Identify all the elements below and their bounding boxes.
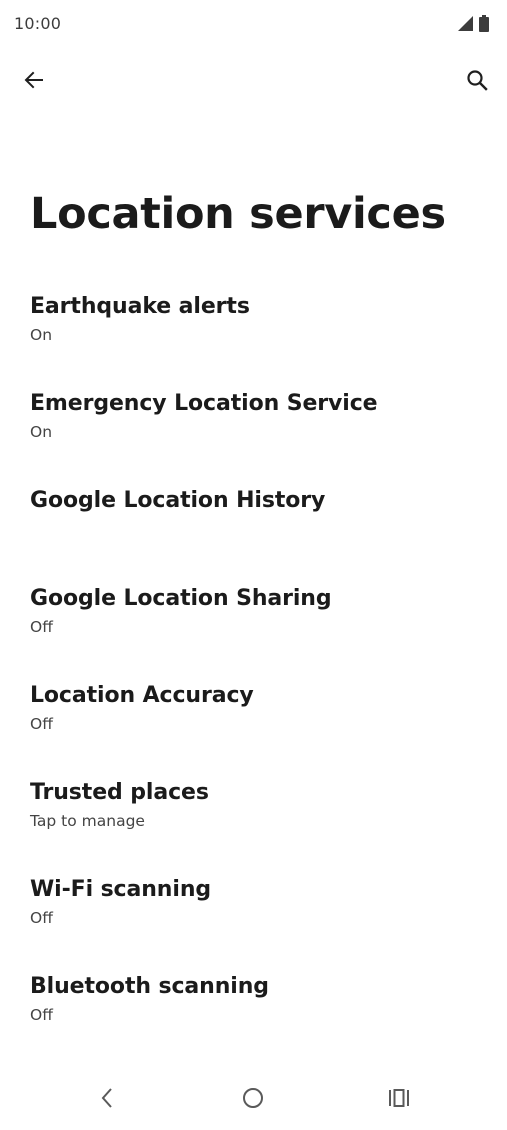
- nav-home-icon: [242, 1087, 264, 1113]
- setting-title: Wi-Fi scanning: [30, 877, 212, 903]
- search-button[interactable]: [453, 58, 501, 106]
- nav-back-button[interactable]: [83, 1080, 131, 1120]
- setting-title: Google Location Sharing: [30, 585, 332, 611]
- status-time: 10:00: [14, 14, 62, 33]
- status-icons: [458, 15, 489, 36]
- setting-trusted-places[interactable]: Trusted places Tap to manage: [0, 776, 507, 873]
- setting-title: Trusted places: [30, 779, 209, 805]
- setting-title: Bluetooth scanning: [30, 974, 269, 1000]
- search-icon: [465, 68, 489, 96]
- signal-icon: [458, 16, 473, 35]
- setting-google-location-sharing[interactable]: Google Location Sharing Off: [0, 582, 507, 679]
- setting-summary: Tap to manage: [30, 811, 145, 830]
- setting-wifi-scanning[interactable]: Wi-Fi scanning Off: [0, 873, 507, 970]
- app-bar: [0, 58, 507, 110]
- setting-summary: Off: [30, 909, 53, 928]
- setting-emergency-location-service[interactable]: Emergency Location Service On: [0, 387, 507, 484]
- setting-earthquake-alerts[interactable]: Earthquake alerts On: [0, 290, 507, 387]
- setting-bluetooth-scanning[interactable]: Bluetooth scanning Off: [0, 970, 507, 1067]
- status-bar: 10:00: [0, 0, 507, 48]
- setting-summary: Off: [30, 1006, 53, 1025]
- setting-title: Location Accuracy: [30, 682, 254, 708]
- nav-recents-icon: [388, 1088, 410, 1112]
- navigation-bar: [0, 1072, 507, 1130]
- nav-recents-button[interactable]: [375, 1080, 423, 1120]
- setting-summary: On: [30, 423, 53, 442]
- arrow-back-icon: [22, 68, 46, 96]
- setting-summary: Off: [30, 617, 53, 636]
- setting-title: Google Location History: [30, 488, 326, 514]
- setting-location-accuracy[interactable]: Location Accuracy Off: [0, 679, 507, 776]
- setting-google-location-history[interactable]: Google Location History: [0, 484, 507, 581]
- page-title: Location services: [30, 189, 446, 239]
- battery-icon: [479, 15, 489, 36]
- setting-title: Earthquake alerts: [30, 294, 250, 319]
- settings-list: Earthquake alerts On Emergency Location …: [0, 290, 507, 1068]
- setting-title: Emergency Location Service: [30, 391, 378, 417]
- setting-summary: Off: [30, 714, 53, 733]
- nav-back-icon: [99, 1087, 115, 1113]
- setting-summary: On: [30, 326, 53, 344]
- nav-home-button[interactable]: [229, 1080, 277, 1120]
- back-button[interactable]: [10, 58, 58, 106]
